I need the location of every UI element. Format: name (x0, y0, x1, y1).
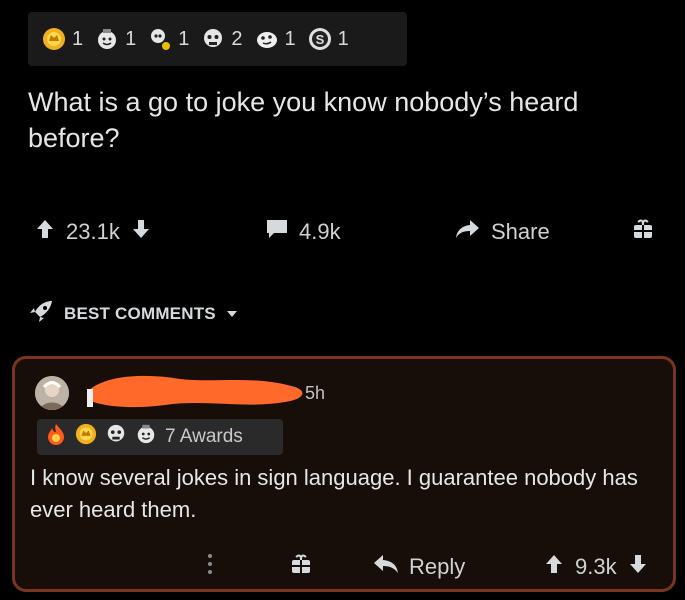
redacted-username (85, 369, 310, 411)
chevron-down-icon (226, 304, 238, 324)
gold-award-icon (42, 27, 66, 51)
comment-awards[interactable]: 7 Awards (37, 419, 283, 455)
reply-label: Reply (409, 554, 466, 579)
silly-face-award-icon (255, 27, 279, 51)
svg-text:S: S (315, 32, 324, 47)
awards-count-label: 7 Awards (165, 426, 243, 447)
share-button[interactable]: Share (455, 212, 550, 252)
award-count: 1 (284, 27, 296, 50)
downvote-icon[interactable] (627, 553, 649, 581)
post-awards-bar[interactable]: 1 1 1 2 1 S 1 (28, 12, 407, 66)
reply-button[interactable]: Reply (373, 547, 465, 587)
wholesome-award-icon (95, 27, 119, 51)
comment-bubble-icon (265, 218, 289, 246)
award-count: 1 (337, 27, 349, 50)
comment-vote-group: 9.3k (543, 547, 649, 587)
reply-arrow-icon (373, 553, 399, 581)
sort-label: BEST COMMENTS (64, 304, 216, 323)
comment-timestamp: 5h (305, 383, 326, 403)
post-title[interactable]: What is a go to joke you know nobody’s h… (28, 84, 628, 156)
upvote-icon[interactable] (34, 218, 56, 246)
award-skull[interactable]: 1 (148, 27, 189, 51)
downvote-icon[interactable] (130, 218, 152, 246)
comments-button[interactable]: 4.9k (265, 212, 341, 252)
award-gold[interactable]: 1 (42, 27, 83, 51)
skull-award-icon (148, 27, 172, 51)
gift-icon (290, 553, 312, 581)
gold-award-icon (75, 423, 97, 451)
laughing-skull-award-icon (105, 423, 127, 451)
gift-icon (632, 218, 654, 246)
award-laughing-skull[interactable]: 2 (201, 27, 243, 51)
fire-award-icon (45, 423, 67, 451)
avatar[interactable] (35, 376, 69, 410)
share-label: Share (491, 219, 550, 244)
share-arrow-icon (455, 218, 481, 246)
award-silly-face[interactable]: 1 (255, 27, 296, 51)
award-wholesome[interactable]: 1 (95, 27, 136, 51)
comment-action-bar: Reply 9.3k (15, 547, 675, 587)
vote-group: 23.1k (34, 212, 152, 252)
rocket-icon (28, 300, 54, 329)
gift-award-button[interactable] (632, 212, 654, 252)
laughing-skull-award-icon (201, 27, 225, 51)
upvote-icon[interactable] (543, 553, 565, 581)
comment-count: 4.9k (299, 219, 341, 244)
award-count: 1 (178, 27, 190, 50)
award-count: 2 (231, 27, 243, 50)
more-vertical-icon (207, 553, 213, 581)
comment-body: I know several jokes in sign language. I… (30, 465, 638, 522)
more-options-button[interactable] (207, 547, 213, 587)
comment-card: 5h 7 Awards I know several jokes in sign… (12, 356, 676, 592)
comment-vote-count: 9.3k (575, 554, 617, 579)
award-count: 1 (125, 27, 137, 50)
award-silver[interactable]: S 1 (308, 27, 349, 51)
post-vote-count: 23.1k (66, 219, 120, 244)
post-action-bar: 23.1k 4.9k Share (0, 212, 685, 252)
comment-sort-dropdown[interactable]: BEST COMMENTS (28, 300, 238, 328)
silver-award-icon: S (308, 27, 332, 51)
award-count: 1 (72, 27, 84, 50)
wholesome-award-icon (135, 423, 157, 451)
comment-gift-button[interactable] (290, 547, 312, 587)
